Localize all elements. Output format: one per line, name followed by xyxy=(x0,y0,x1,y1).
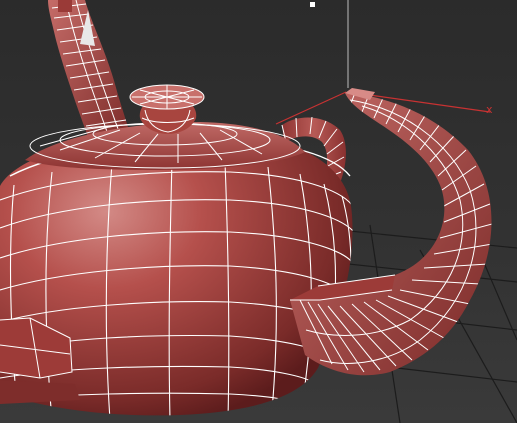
perspective-viewport[interactable]: x xyxy=(0,0,517,423)
teapot-body[interactable] xyxy=(0,132,354,420)
pivot-marker xyxy=(310,2,315,7)
background-teapot-spout xyxy=(48,0,132,142)
viewport-scene[interactable] xyxy=(0,0,517,423)
x-axis-label: x xyxy=(486,103,493,116)
